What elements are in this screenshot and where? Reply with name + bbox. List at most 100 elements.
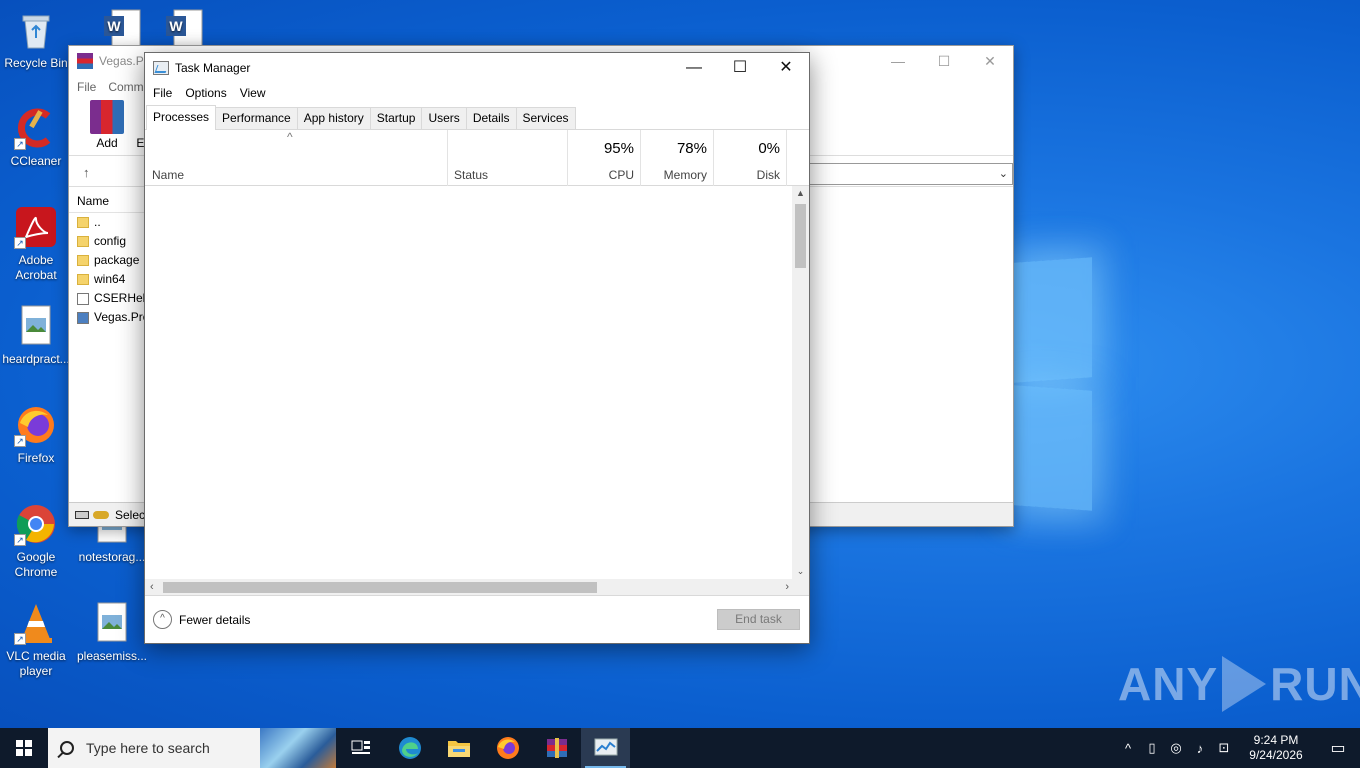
column-label: Name — [152, 168, 185, 182]
desktop-icon-label: VLC media player — [6, 649, 66, 678]
wallpaper-logo-pane — [1014, 257, 1092, 383]
horizontal-scrollbar[interactable]: ‹ › — [145, 579, 794, 596]
maximize-button[interactable]: ☐ — [921, 46, 967, 76]
desktop-icon-ccleaner[interactable]: ↗ CCleaner — [0, 106, 72, 169]
task-manager-titlebar[interactable]: Task Manager — ☐ ✕ — [145, 53, 809, 83]
task-manager-window[interactable]: Task Manager — ☐ ✕ File Options View Pro… — [144, 52, 810, 644]
desktop-icon-label: pleasemiss... — [76, 649, 148, 663]
taskbar-task-manager[interactable] — [581, 728, 630, 768]
chevron-down-icon[interactable]: ⌄ — [999, 167, 1008, 180]
taskbar-clock[interactable]: 9:24 PM 9/24/2026 — [1236, 733, 1316, 763]
tab-performance[interactable]: Performance — [215, 107, 298, 129]
column-header-name[interactable]: ^ Name — [145, 130, 447, 186]
scroll-right-arrow-icon[interactable]: › — [785, 579, 789, 596]
path-combobox[interactable]: ⌄ — [809, 163, 1013, 185]
scrollbar-thumb[interactable] — [795, 204, 806, 268]
scroll-up-arrow-icon[interactable]: ▲ — [792, 188, 809, 198]
tab-users[interactable]: Users — [421, 107, 467, 129]
desktop-icon-firefox[interactable]: ↗ Firefox — [0, 403, 72, 466]
taskbar-file-explorer[interactable] — [434, 728, 483, 768]
list-item-label: win64 — [94, 272, 126, 286]
desktop-icon-label: Adobe Acrobat — [15, 253, 57, 282]
tab-services[interactable]: Services — [515, 107, 576, 129]
desktop-icon-label: Google Chrome — [14, 550, 58, 579]
shortcut-arrow-icon: ↗ — [14, 237, 26, 249]
task-view-button[interactable] — [336, 728, 385, 768]
tab-app-history[interactable]: App history — [296, 107, 371, 129]
scroll-left-arrow-icon[interactable]: ‹ — [150, 579, 154, 596]
vertical-scrollbar[interactable]: ▲ ⌄ — [792, 186, 809, 579]
scrollbar-thumb[interactable] — [163, 582, 597, 593]
taskbar-search-box[interactable]: Type here to search — [48, 728, 336, 768]
desktop-icon-recycle-bin[interactable]: Recycle Bin — [0, 8, 72, 71]
desktop-icon-label: Firefox — [17, 451, 55, 465]
column-label: Disk — [756, 168, 780, 182]
desktop-icon-pleasemiss[interactable]: pleasemiss... — [76, 601, 148, 664]
task-manager-menubar: File Options View — [145, 83, 809, 103]
tab-strip: Processes Performance App history Startu… — [145, 103, 809, 130]
minimize-button[interactable]: — — [671, 53, 717, 83]
system-tray: ^ ▯ ◎ ♪ ⊡ 9:24 PM 9/24/2026 ▭ — [1116, 728, 1360, 768]
menu-options[interactable]: Options — [185, 86, 226, 100]
desktop-icon-heardpract[interactable]: heardpract... — [0, 304, 72, 367]
taskbar-firefox[interactable] — [483, 728, 532, 768]
chevron-up-icon: ^ — [153, 610, 172, 629]
column-header-disk[interactable]: 0% Disk — [713, 130, 787, 186]
taskbar-edge[interactable] — [385, 728, 434, 768]
adobe-acrobat-icon: ↗ — [14, 205, 58, 249]
taskbar-winrar[interactable] — [532, 728, 581, 768]
end-task-button[interactable]: End task — [717, 609, 800, 630]
shortcut-arrow-icon: ↗ — [14, 534, 26, 546]
start-button[interactable] — [0, 728, 48, 768]
column-header-memory[interactable]: 78% Memory — [640, 130, 713, 186]
process-list[interactable]: ▲ ⌄ ‹ › — [145, 186, 809, 596]
column-header-status[interactable]: Status — [447, 130, 567, 186]
desktop-icon-google-chrome[interactable]: ↗ Google Chrome — [0, 502, 72, 580]
tablet-icon[interactable]: ▯ — [1140, 740, 1164, 756]
meet-now-icon[interactable]: ◎ — [1164, 740, 1188, 756]
column-header-cpu[interactable]: 95% CPU — [567, 130, 640, 186]
tab-processes[interactable]: Processes — [146, 105, 217, 130]
volume-icon[interactable]: ♪ — [1188, 741, 1212, 756]
taskbar: Type here to search ^ ▯ ◎ ♪ ⊡ 9:24 PM 9/… — [0, 728, 1360, 768]
image-file-icon — [14, 304, 58, 348]
menu-file[interactable]: File — [77, 80, 96, 94]
network-icon[interactable]: ⊡ — [1212, 740, 1236, 756]
svg-text:W: W — [169, 18, 183, 34]
maximize-button[interactable]: ☐ — [717, 53, 763, 83]
tab-startup[interactable]: Startup — [369, 107, 423, 129]
play-triangle-icon — [1222, 656, 1267, 712]
scrollbar-corner — [792, 579, 809, 596]
task-manager-icon — [594, 738, 617, 756]
folder-icon — [447, 741, 470, 757]
key-icon — [93, 510, 109, 519]
add-button[interactable]: Add — [87, 98, 127, 150]
menu-commands[interactable]: Comm — [108, 80, 143, 94]
file-icon — [77, 292, 89, 305]
scroll-down-arrow-icon[interactable]: ⌄ — [792, 566, 809, 577]
shortcut-arrow-icon: ↗ — [14, 138, 26, 150]
tab-details[interactable]: Details — [465, 107, 517, 129]
close-button[interactable]: ✕ — [967, 46, 1013, 76]
svg-text:W: W — [107, 18, 121, 34]
watermark-text-left: ANY — [1118, 658, 1219, 710]
menu-file[interactable]: File — [153, 86, 172, 100]
menu-view[interactable]: View — [240, 86, 266, 100]
desktop-icon-vlc[interactable]: ↗ VLC media player — [0, 601, 72, 679]
recycle-bin-icon — [14, 8, 58, 52]
desktop-icon-adobe-acrobat[interactable]: ↗ Adobe Acrobat — [0, 205, 72, 283]
close-button[interactable]: ✕ — [763, 53, 809, 83]
desktop-icon-label: notestorag... — [78, 550, 146, 564]
fewer-details-label: Fewer details — [179, 612, 251, 627]
fewer-details-button[interactable]: ^ Fewer details — [153, 610, 250, 629]
notification-icon[interactable]: ▭ — [1316, 738, 1360, 758]
task-manager-footer: ^ Fewer details End task — [145, 595, 809, 643]
word-document-icon: W — [100, 6, 144, 50]
cpu-percent: 95% — [603, 140, 634, 157]
task-manager-app-icon — [153, 61, 169, 75]
minimize-button[interactable]: — — [875, 46, 921, 76]
desktop-icon-label: Recycle Bin — [4, 56, 68, 70]
winrar-info-pane — [809, 189, 1013, 502]
chevron-up-icon[interactable]: ^ — [1116, 741, 1140, 756]
up-arrow-icon[interactable]: ↑ — [83, 165, 90, 180]
